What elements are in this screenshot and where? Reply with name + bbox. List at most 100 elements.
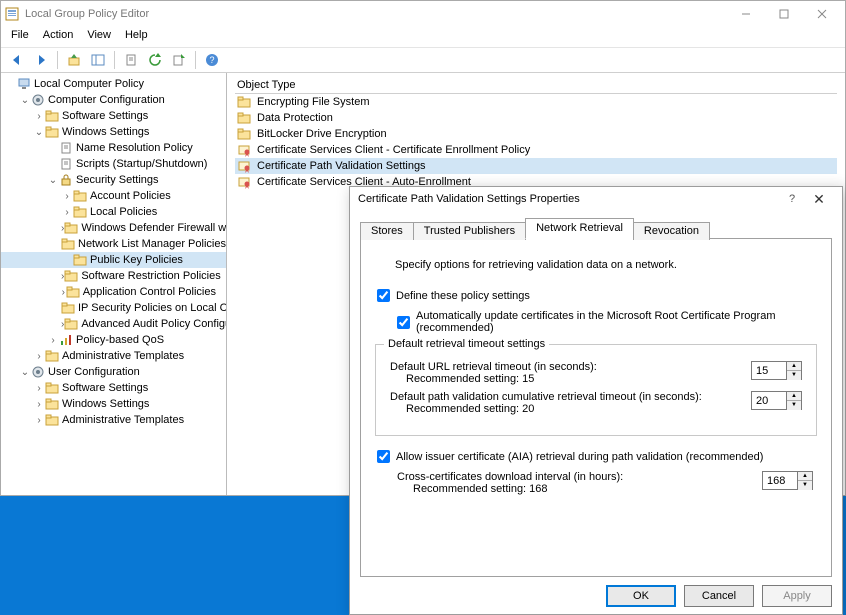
twisty-icon[interactable]: › xyxy=(33,111,45,122)
tree-item-label: Advanced Audit Policy Configuration xyxy=(81,318,227,330)
twisty-icon[interactable]: › xyxy=(33,415,45,426)
path-timeout-spinner[interactable]: ▲▼ xyxy=(751,391,802,410)
twisty-icon[interactable]: › xyxy=(33,399,45,410)
tree-item-admintmpl_c[interactable]: ›Administrative Templates xyxy=(1,348,226,364)
tab-revocation[interactable]: Revocation xyxy=(633,222,710,240)
url-timeout-input[interactable] xyxy=(752,365,786,377)
twisty-icon[interactable]: › xyxy=(33,383,45,394)
twisty-icon[interactable]: ⌄ xyxy=(47,175,59,186)
path-timeout-down[interactable]: ▼ xyxy=(787,401,801,410)
tree-item-icon xyxy=(64,317,78,331)
list-item[interactable]: BitLocker Drive Encryption xyxy=(235,126,837,142)
tree-item-icon xyxy=(59,157,73,171)
tree-item-icon xyxy=(59,333,73,347)
cross-cert-spinner[interactable]: ▲▼ xyxy=(762,471,813,490)
dialog-close-button[interactable]: ✕ xyxy=(804,191,834,208)
properties-dialog: Certificate Path Validation Settings Pro… xyxy=(349,186,843,615)
path-timeout-input[interactable] xyxy=(752,395,786,407)
allow-aia-checkbox[interactable] xyxy=(377,450,390,463)
toolbar-exportlist[interactable] xyxy=(169,50,189,70)
cross-cert-input[interactable] xyxy=(763,475,797,487)
cross-cert-up[interactable]: ▲ xyxy=(798,472,812,481)
tab-trusted-publishers[interactable]: Trusted Publishers xyxy=(413,222,526,240)
tree-item-swset_c[interactable]: ›Software Settings xyxy=(1,108,226,124)
minimize-button[interactable] xyxy=(727,2,765,26)
twisty-icon[interactable]: ⌄ xyxy=(33,127,45,138)
app-icon xyxy=(5,7,19,21)
tab-network-retrieval[interactable]: Network Retrieval xyxy=(525,218,634,239)
tree-item-ipsec[interactable]: IP Security Policies on Local Computer xyxy=(1,300,226,316)
list-item[interactable]: Encrypting File System xyxy=(235,94,837,110)
tree-item-icon xyxy=(17,77,31,91)
cross-cert-down[interactable]: ▼ xyxy=(798,481,812,490)
twisty-icon[interactable]: › xyxy=(47,335,59,346)
ok-button[interactable]: OK xyxy=(606,585,676,607)
tree-view[interactable]: Local Computer Policy⌄Computer Configura… xyxy=(1,73,227,495)
tab-content: Specify options for retrieving validatio… xyxy=(360,239,832,577)
twisty-icon[interactable]: › xyxy=(61,191,73,202)
list-item-icon xyxy=(237,111,251,125)
list-item[interactable]: Certificate Path Validation Settings xyxy=(235,158,837,174)
tree-item-icon xyxy=(59,141,73,155)
menu-help[interactable]: Help xyxy=(123,27,150,47)
list-item[interactable]: Data Protection xyxy=(235,110,837,126)
toolbar-refresh[interactable] xyxy=(145,50,165,70)
url-timeout-up[interactable]: ▲ xyxy=(787,362,801,371)
toolbar-up[interactable] xyxy=(64,50,84,70)
path-timeout-up[interactable]: ▲ xyxy=(787,392,801,401)
apply-button[interactable]: Apply xyxy=(762,585,832,607)
tree-item-usercfg[interactable]: ⌄User Configuration xyxy=(1,364,226,380)
tree-item-icon xyxy=(31,365,45,379)
tree-item-fw[interactable]: ›Windows Defender Firewall with Advanced… xyxy=(1,220,226,236)
tree-item-admintmpl_u[interactable]: ›Administrative Templates xyxy=(1,412,226,428)
tree-item-label: Account Policies xyxy=(90,190,171,202)
toolbar-showhide[interactable] xyxy=(88,50,108,70)
url-timeout-down[interactable]: ▼ xyxy=(787,371,801,380)
dialog-titlebar[interactable]: Certificate Path Validation Settings Pro… xyxy=(350,187,842,211)
help-button[interactable]: ? xyxy=(780,193,804,205)
tree-item-acctpol[interactable]: › Account Policies xyxy=(1,188,226,204)
toolbar-back[interactable] xyxy=(7,50,27,70)
define-settings-checkbox[interactable] xyxy=(377,289,390,302)
tree-item-label: Name Resolution Policy xyxy=(76,142,193,154)
tree-item-label: Windows Settings xyxy=(62,126,149,138)
tree-item-icon xyxy=(61,301,75,315)
twisty-icon[interactable]: ⌄ xyxy=(19,367,31,378)
tree-item-nlm[interactable]: Network List Manager Policies xyxy=(1,236,226,252)
cancel-button[interactable]: Cancel xyxy=(684,585,754,607)
tab-stores[interactable]: Stores xyxy=(360,222,414,240)
tree-item-label: Application Control Policies xyxy=(83,286,216,298)
titlebar[interactable]: Local Group Policy Editor xyxy=(1,1,845,27)
twisty-icon[interactable]: ⌄ xyxy=(19,95,31,106)
list-item[interactable]: Certificate Services Client - Certificat… xyxy=(235,142,837,158)
menu-action[interactable]: Action xyxy=(41,27,76,47)
tree-item-winset_u[interactable]: ›Windows Settings xyxy=(1,396,226,412)
twisty-icon[interactable]: › xyxy=(61,207,73,218)
close-button[interactable] xyxy=(803,2,841,26)
tree-item-aap[interactable]: ›Advanced Audit Policy Configuration xyxy=(1,316,226,332)
tree-item-srp[interactable]: ›Software Restriction Policies xyxy=(1,268,226,284)
tree-item-scripts[interactable]: Scripts (Startup/Shutdown) xyxy=(1,156,226,172)
list-item-label: Encrypting File System xyxy=(257,96,369,108)
list-header[interactable]: Object Type xyxy=(235,77,837,94)
tree-item-swset_u[interactable]: › Software Settings xyxy=(1,380,226,396)
toolbar-help[interactable]: ? xyxy=(202,50,222,70)
maximize-button[interactable] xyxy=(765,2,803,26)
tree-item-label: Software Settings xyxy=(62,382,148,394)
twisty-icon[interactable]: › xyxy=(33,351,45,362)
menu-file[interactable]: File xyxy=(9,27,31,47)
tree-item-acp[interactable]: ›Application Control Policies xyxy=(1,284,226,300)
toolbar-properties[interactable] xyxy=(121,50,141,70)
tree-item-compcfg[interactable]: ⌄Computer Configuration xyxy=(1,92,226,108)
url-timeout-spinner[interactable]: ▲▼ xyxy=(751,361,802,380)
auto-update-checkbox[interactable] xyxy=(397,316,410,329)
toolbar-forward[interactable] xyxy=(31,50,51,70)
tree-item-nrp[interactable]: Name Resolution Policy xyxy=(1,140,226,156)
tree-item-pkp[interactable]: Public Key Policies xyxy=(1,252,226,268)
tree-item-winset_c[interactable]: ⌄ Windows Settings xyxy=(1,124,226,140)
tree-item-secset[interactable]: ⌄Security Settings xyxy=(1,172,226,188)
menu-view[interactable]: View xyxy=(85,27,113,47)
tree-item-qos[interactable]: ›Policy-based QoS xyxy=(1,332,226,348)
tree-item-localpol[interactable]: ›Local Policies xyxy=(1,204,226,220)
tree-item-root[interactable]: Local Computer Policy xyxy=(1,76,226,92)
